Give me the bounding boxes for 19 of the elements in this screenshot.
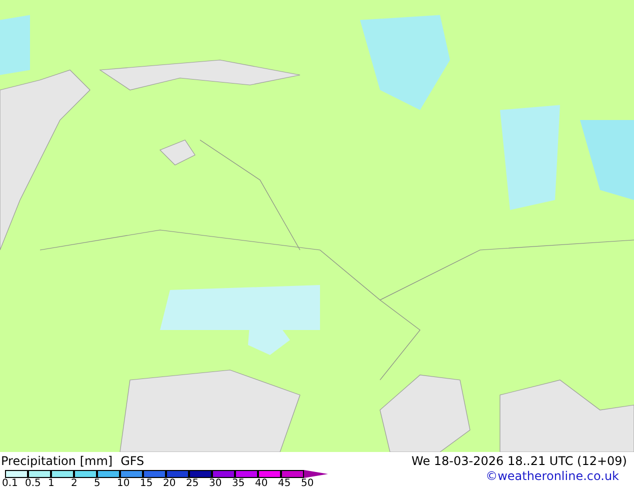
legend-label: 25 bbox=[186, 479, 199, 489]
credit-link[interactable]: ©weatheronline.co.uk bbox=[486, 470, 619, 482]
legend-label: 2 bbox=[71, 479, 78, 489]
legend-label: 30 bbox=[209, 479, 222, 489]
legend-label: 10 bbox=[117, 479, 130, 489]
legend-label: 0.5 bbox=[25, 479, 41, 489]
arrow-tip-icon bbox=[304, 470, 328, 478]
legend-label: 15 bbox=[140, 479, 153, 489]
legend-label: 0.1 bbox=[2, 479, 18, 489]
valid-time: We 18-03-2026 18..21 UTC (12+09) bbox=[412, 455, 627, 467]
legend-label: 50 bbox=[301, 479, 314, 489]
legend-label: 35 bbox=[232, 479, 245, 489]
model-name: GFS bbox=[120, 455, 144, 467]
legend-title: Precipitation [mm] bbox=[1, 455, 113, 467]
legend-label: 20 bbox=[163, 479, 176, 489]
legend-label: 40 bbox=[255, 479, 268, 489]
legend-label: 1 bbox=[48, 479, 54, 489]
legend-label: 5 bbox=[94, 479, 100, 489]
legend-label: 45 bbox=[278, 479, 291, 489]
